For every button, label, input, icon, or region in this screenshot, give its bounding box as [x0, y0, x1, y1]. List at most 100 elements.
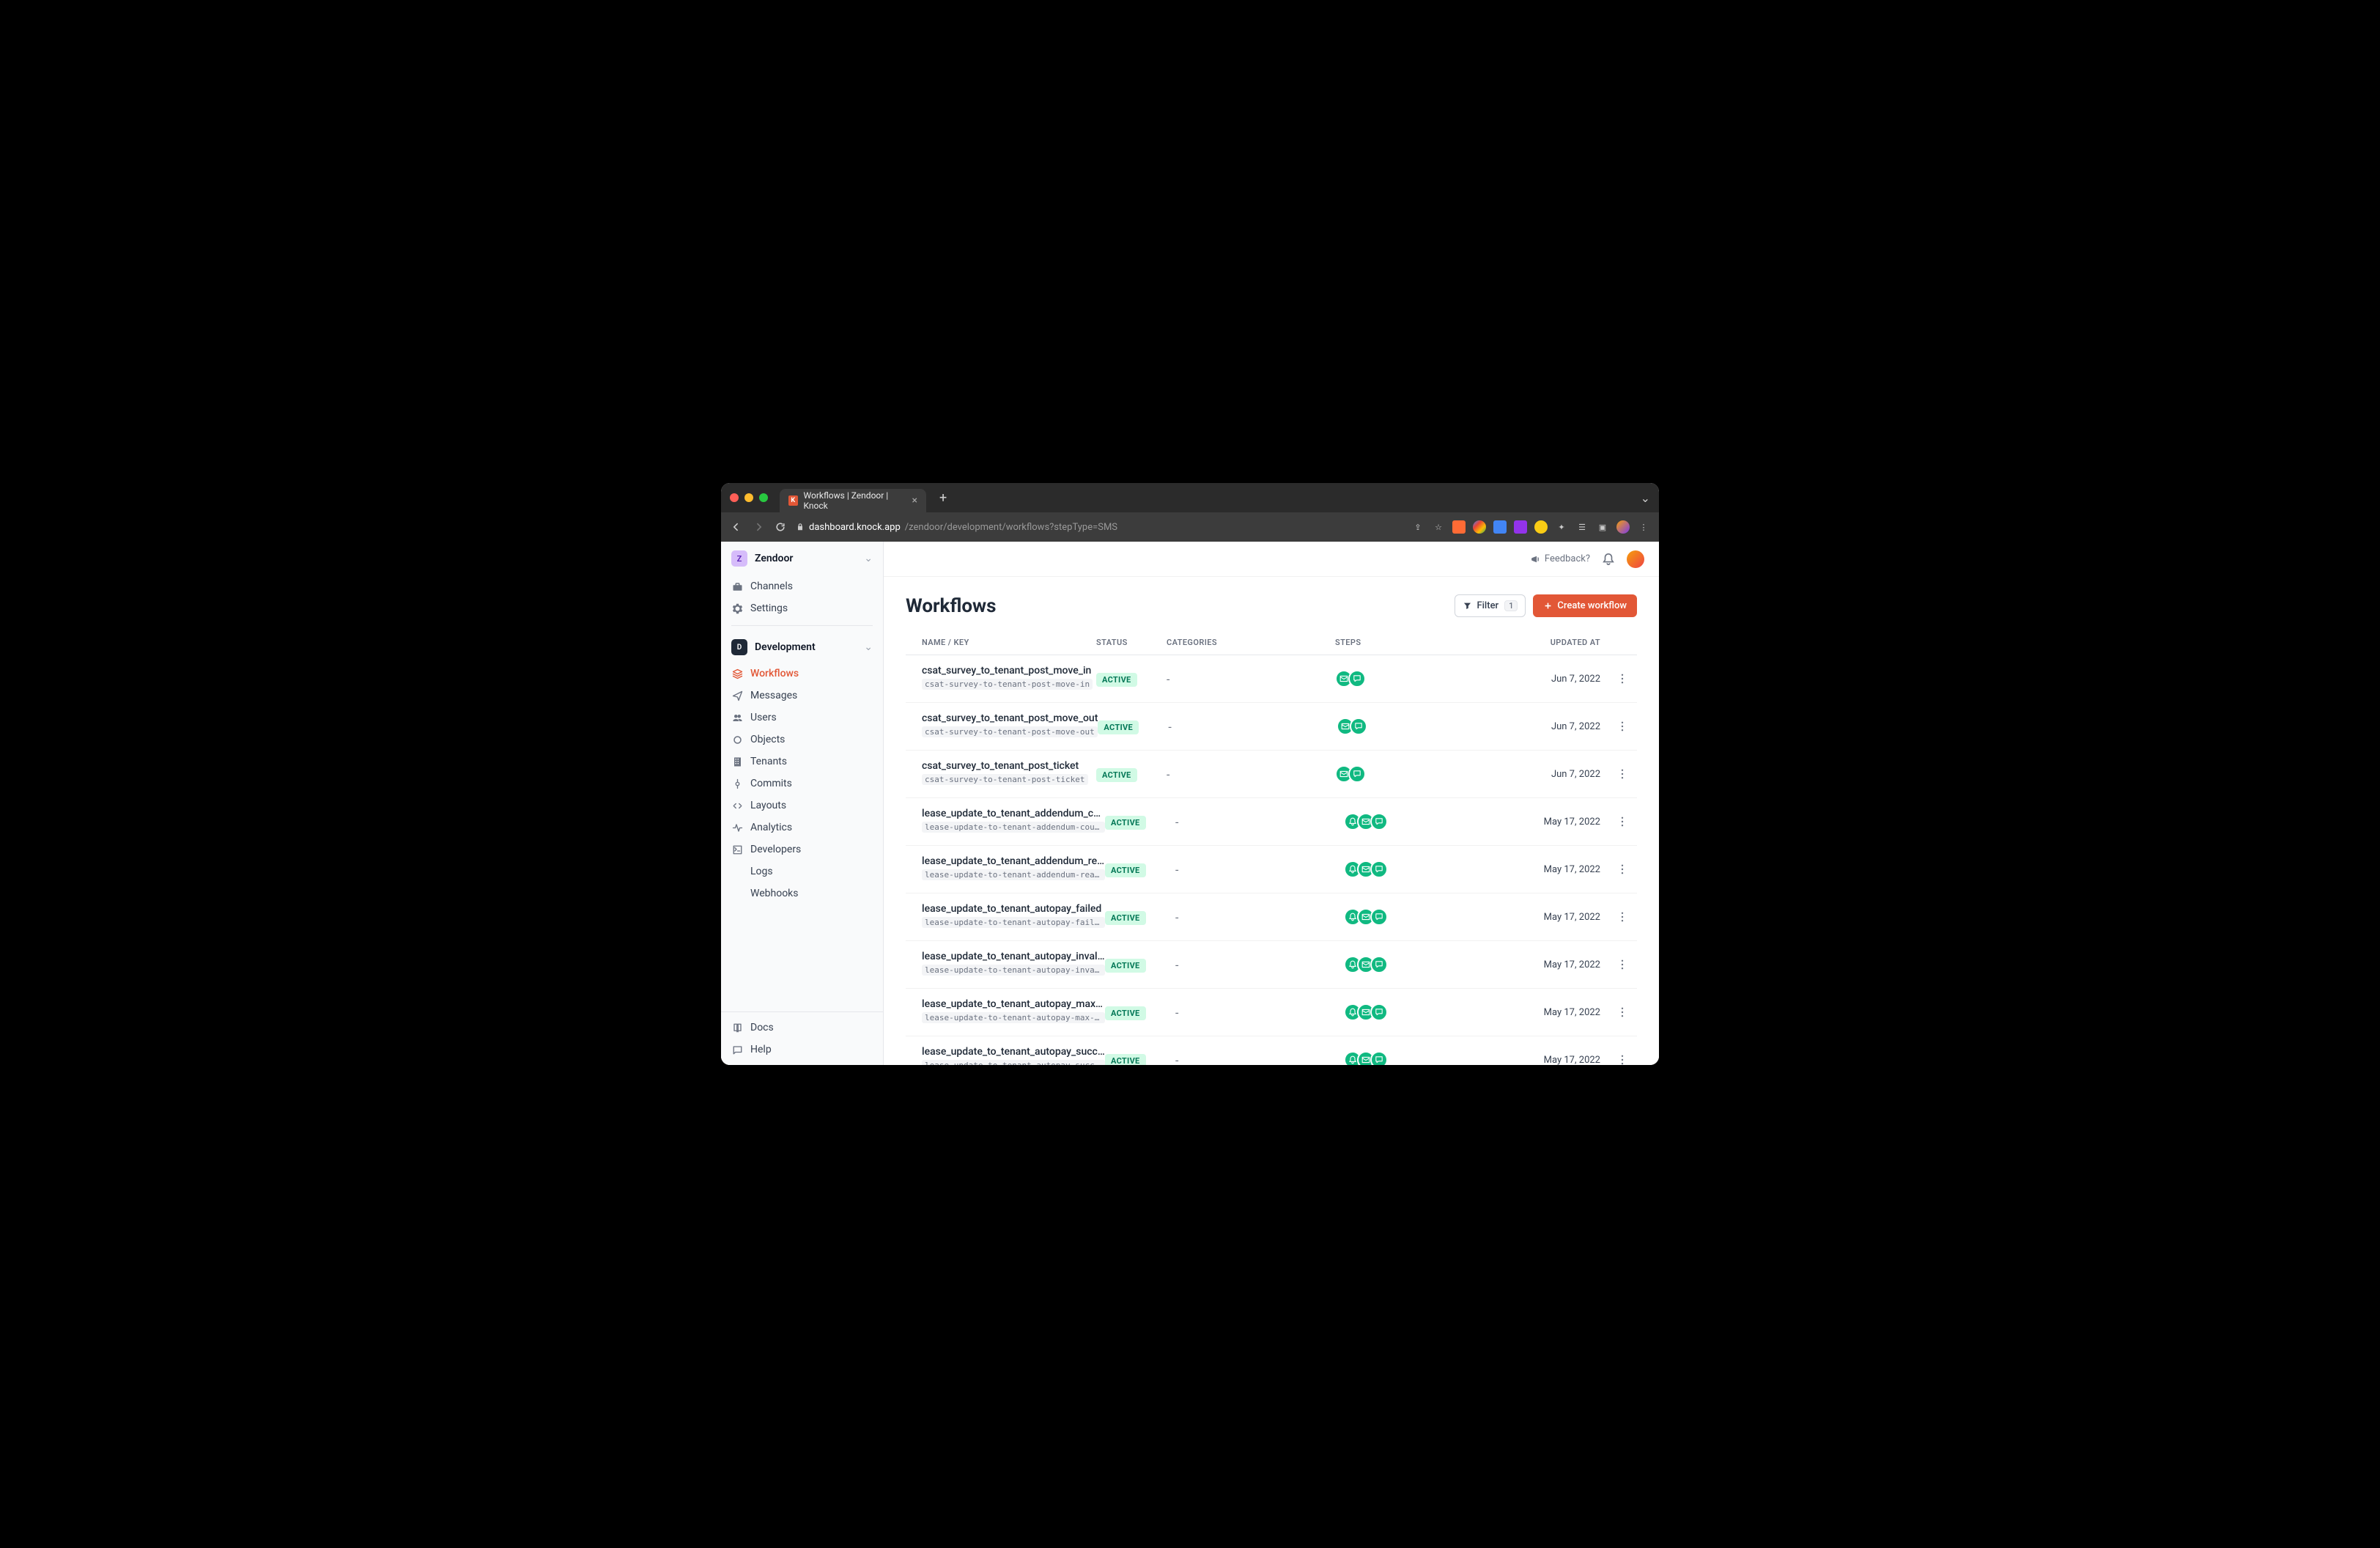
status-badge: ACTIVE	[1105, 911, 1146, 925]
new-tab-button[interactable]: +	[939, 490, 947, 506]
categories-value: -	[1175, 815, 1178, 829]
row-menu-button[interactable]	[1608, 959, 1637, 970]
table-row[interactable]: csat_survey_to_tenant_post_ticket csat-s…	[906, 751, 1637, 798]
sidebar-item-label: Objects	[750, 734, 785, 745]
panel-icon[interactable]: ▣	[1596, 520, 1609, 534]
row-menu-button[interactable]	[1608, 863, 1637, 875]
sidebar-item-label: Settings	[750, 602, 788, 614]
send-icon	[731, 690, 743, 701]
extension-2[interactable]	[1473, 520, 1486, 534]
table-row[interactable]: lease_update_to_tenant_addendum_counters…	[906, 798, 1637, 846]
extension-4[interactable]	[1514, 520, 1527, 534]
share-icon[interactable]: ⇪	[1411, 520, 1424, 534]
feedback-link[interactable]: Feedback?	[1530, 553, 1590, 564]
workflow-key: lease-update-to-tenant-autopay-max-amoun…	[922, 1012, 1105, 1023]
sidebar-item-users[interactable]: Users	[721, 707, 883, 729]
chevron-down-icon[interactable]: ⌄	[1641, 491, 1650, 505]
create-workflow-button[interactable]: Create workflow	[1533, 594, 1637, 617]
sidebar-item-label: Users	[750, 712, 777, 723]
row-menu-button[interactable]	[1608, 816, 1637, 828]
step-icons	[1344, 1051, 1520, 1065]
sidebar-footer: Docs Help	[721, 1011, 883, 1065]
org-switcher[interactable]: Z Zendoor ⌄	[721, 542, 883, 575]
browser-tab[interactable]: K Workflows | Zendoor | Knock ×	[780, 489, 926, 512]
sidebar-item-workflows[interactable]: Workflows	[721, 663, 883, 685]
categories-value: -	[1168, 720, 1171, 734]
updated-at: May 17, 2022	[1520, 1007, 1608, 1018]
table-row[interactable]: csat_survey_to_tenant_post_move_in csat-…	[906, 655, 1637, 703]
browser-chrome: K Workflows | Zendoor | Knock × + ⌄ dash…	[721, 483, 1659, 542]
sidebar-item-commits[interactable]: Commits	[721, 773, 883, 795]
workflow-name: csat_survey_to_tenant_post_move_out	[922, 712, 1098, 724]
kebab-menu-icon[interactable]: ⋮	[1637, 520, 1650, 534]
sidebar-item-messages[interactable]: Messages	[721, 685, 883, 707]
org-avatar: Z	[731, 550, 747, 567]
maximize-window-button[interactable]	[759, 493, 768, 502]
sidebar-item-docs[interactable]: Docs	[721, 1017, 883, 1039]
star-icon[interactable]: ☆	[1432, 520, 1445, 534]
sidebar-item-tenants[interactable]: Tenants	[721, 751, 883, 773]
categories-value: -	[1175, 958, 1178, 972]
extension-icons: ⇪ ☆ ✦ ☰ ▣ ⋮	[1411, 520, 1650, 534]
sidebar-item-label: Logs	[750, 866, 773, 877]
row-menu-button[interactable]	[1608, 720, 1637, 732]
categories-value: -	[1175, 910, 1178, 924]
filter-button[interactable]: Filter 1	[1455, 594, 1526, 617]
sidebar-item-developers[interactable]: Developers	[721, 838, 883, 860]
url-field[interactable]: dashboard.knock.app/zendoor/development/…	[796, 522, 1402, 533]
workflow-key: lease-update-to-tenant-addendum-counters…	[922, 822, 1105, 833]
workflow-name: csat_survey_to_tenant_post_ticket	[922, 760, 1096, 772]
updated-at: May 17, 2022	[1520, 912, 1608, 923]
minimize-window-button[interactable]	[744, 493, 753, 502]
row-menu-button[interactable]	[1608, 911, 1637, 923]
sidebar-item-logs[interactable]: Logs	[721, 860, 883, 882]
forward-button[interactable]	[752, 520, 765, 534]
sidebar-item-analytics[interactable]: Analytics	[721, 817, 883, 838]
url-path: /zendoor/development/workflows?stepType=…	[905, 522, 1117, 533]
extension-1[interactable]	[1452, 520, 1466, 534]
env-switcher[interactable]: D Development ⌄	[721, 632, 883, 663]
table-row[interactable]: lease_update_to_tenant_addendum_ready_fo…	[906, 846, 1637, 893]
feedback-label: Feedback?	[1545, 553, 1590, 564]
table-row[interactable]: lease_update_to_tenant_autopay_successfu…	[906, 1036, 1637, 1065]
sidebar-item-label: Help	[750, 1044, 772, 1055]
workflow-key: lease-update-to-tenant-autopay-invalid-p…	[922, 965, 1105, 976]
list-icon[interactable]: ☰	[1575, 520, 1589, 534]
status-badge: ACTIVE	[1098, 720, 1139, 734]
building-icon	[731, 756, 743, 767]
row-menu-button[interactable]	[1608, 1054, 1637, 1065]
workflow-name: lease_update_to_tenant_addendum_ready_fo…	[922, 855, 1105, 867]
table-row[interactable]: lease_update_to_tenant_autopay_max_amoun…	[906, 989, 1637, 1036]
reload-button[interactable]	[774, 520, 787, 534]
table-row[interactable]: csat_survey_to_tenant_post_move_out csat…	[906, 703, 1637, 751]
sidebar-item-help[interactable]: Help	[721, 1039, 883, 1061]
tab-title: Workflows | Zendoor | Knock	[804, 490, 903, 511]
profile-avatar[interactable]	[1616, 520, 1630, 534]
table-row[interactable]: lease_update_to_tenant_autopay_failed le…	[906, 893, 1637, 941]
sidebar-item-settings[interactable]: Settings	[721, 597, 883, 619]
row-menu-button[interactable]	[1608, 673, 1637, 685]
sidebar-item-webhooks[interactable]: Webhooks	[721, 882, 883, 904]
workflow-name: lease_update_to_tenant_autopay_failed	[922, 903, 1105, 915]
user-avatar[interactable]	[1627, 550, 1644, 568]
status-badge: ACTIVE	[1105, 1054, 1146, 1066]
sms-step-icon	[1348, 670, 1366, 688]
row-menu-button[interactable]	[1608, 1006, 1637, 1018]
sidebar-item-label: Commits	[750, 778, 792, 789]
back-button[interactable]	[730, 520, 743, 534]
sidebar-item-layouts[interactable]: Layouts	[721, 795, 883, 817]
extension-3[interactable]	[1493, 520, 1507, 534]
extension-5[interactable]	[1534, 520, 1548, 534]
sidebar-item-objects[interactable]: Objects	[721, 729, 883, 751]
row-menu-button[interactable]	[1608, 768, 1637, 780]
close-window-button[interactable]	[730, 493, 739, 502]
workflow-key: lease-update-to-tenant-autopay-successfu…	[922, 1060, 1105, 1065]
table-row[interactable]: lease_update_to_tenant_autopay_invalid_p…	[906, 941, 1637, 989]
sidebar-item-channels[interactable]: Channels	[721, 575, 883, 597]
status-badge: ACTIVE	[1096, 768, 1137, 782]
puzzle-icon[interactable]: ✦	[1555, 520, 1568, 534]
close-tab-icon[interactable]: ×	[912, 495, 917, 506]
notifications-button[interactable]	[1602, 553, 1615, 566]
status-badge: ACTIVE	[1105, 1006, 1146, 1020]
updated-at: Jun 7, 2022	[1511, 769, 1608, 780]
